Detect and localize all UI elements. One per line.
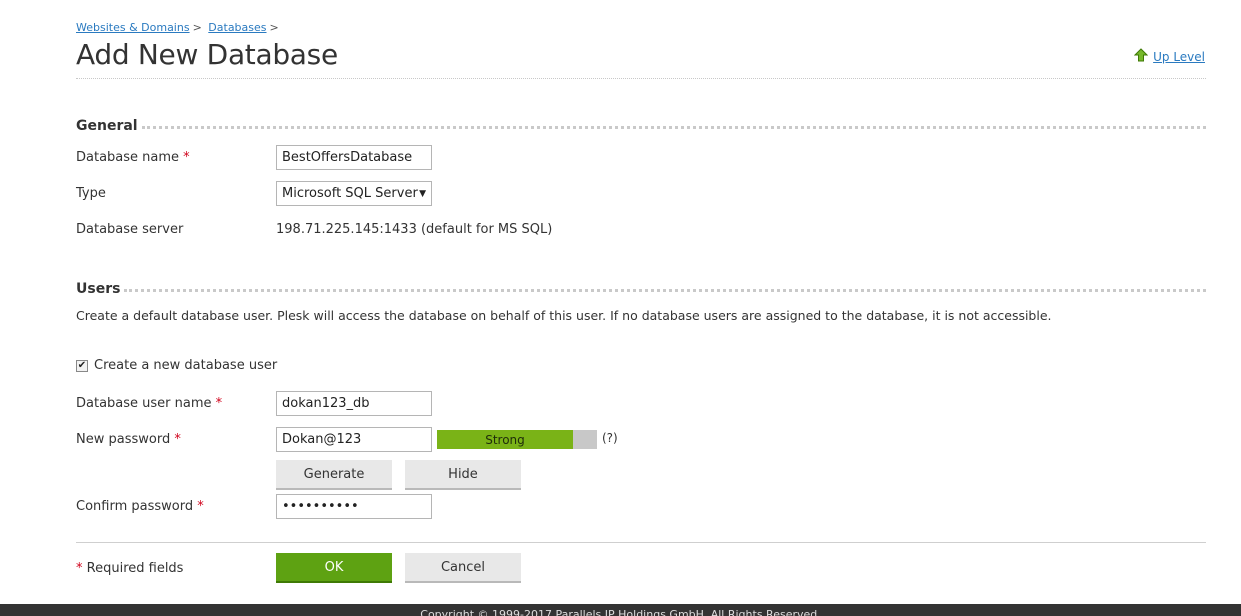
password-strength-meter: Strong [437, 430, 597, 449]
type-label: Type [76, 186, 106, 201]
required-fields-text: Required fields [86, 561, 184, 576]
db-user-name-label: Database user name * [76, 396, 222, 411]
required-fields-note: * Required fields [76, 561, 183, 576]
breadcrumb-databases[interactable]: Databases [208, 21, 266, 34]
new-password-label-text: New password [76, 432, 171, 447]
confirm-password-label: Confirm password * [76, 499, 204, 514]
generate-button[interactable]: Generate [276, 460, 392, 490]
database-type-value: Microsoft SQL Server [282, 186, 418, 201]
breadcrumb-separator: > [192, 21, 202, 34]
ok-button[interactable]: OK [276, 553, 392, 583]
create-user-label: Create a new database user [94, 358, 278, 373]
required-marker: * [174, 432, 181, 447]
footer-text: Copyright © 1999-2017 Parallels IP Holdi… [420, 608, 821, 616]
create-user-checkbox[interactable]: ✔ [76, 359, 88, 372]
required-marker: * [183, 150, 190, 165]
users-description: Create a default database user. Plesk wi… [76, 308, 1052, 323]
required-marker: * [76, 561, 83, 576]
dropdown-arrow-icon: ▼ [419, 188, 426, 199]
up-arrow-icon [1133, 48, 1149, 65]
database-name-label: Database name * [76, 150, 190, 165]
footer-bar: Copyright © 1999-2017 Parallels IP Holdi… [0, 604, 1241, 616]
hide-button[interactable]: Hide [405, 460, 521, 490]
page-title: Add New Database [76, 38, 338, 71]
confirm-password-label-text: Confirm password [76, 499, 194, 514]
confirm-password-input[interactable] [276, 494, 432, 519]
required-marker: * [215, 396, 223, 411]
database-server-value: 198.71.225.145:1433 (default for MS SQL) [276, 222, 553, 237]
section-divider [124, 288, 1206, 292]
database-server-label: Database server [76, 222, 184, 237]
new-password-input[interactable] [276, 427, 432, 452]
users-section-header: Users [76, 281, 1206, 297]
section-divider [141, 125, 1206, 129]
general-section-header: General [76, 118, 1206, 134]
up-level-label[interactable]: Up Level [1153, 50, 1205, 64]
users-section-title: Users [76, 281, 121, 297]
create-user-checkbox-row[interactable]: ✔ Create a new database user [76, 358, 277, 373]
database-type-select[interactable]: Microsoft SQL Server ▼ [276, 181, 432, 206]
db-user-name-label-text: Database user name [76, 396, 212, 411]
title-divider [76, 78, 1206, 79]
password-help-link[interactable]: (?) [602, 431, 618, 445]
db-user-name-input[interactable] [276, 391, 432, 416]
form-divider [76, 542, 1206, 543]
new-password-label: New password * [76, 432, 181, 447]
database-name-input[interactable] [276, 145, 432, 170]
breadcrumb-websites-domains[interactable]: Websites & Domains [76, 21, 190, 34]
required-marker: * [197, 499, 204, 514]
general-section-title: General [76, 118, 138, 134]
cancel-button[interactable]: Cancel [405, 553, 521, 583]
breadcrumb: Websites & Domains > Databases > [76, 21, 282, 34]
up-level-link[interactable]: Up Level [1133, 48, 1205, 65]
breadcrumb-separator: > [269, 21, 279, 34]
password-strength-fill: Strong [437, 430, 573, 449]
database-name-label-text: Database name [76, 150, 180, 165]
